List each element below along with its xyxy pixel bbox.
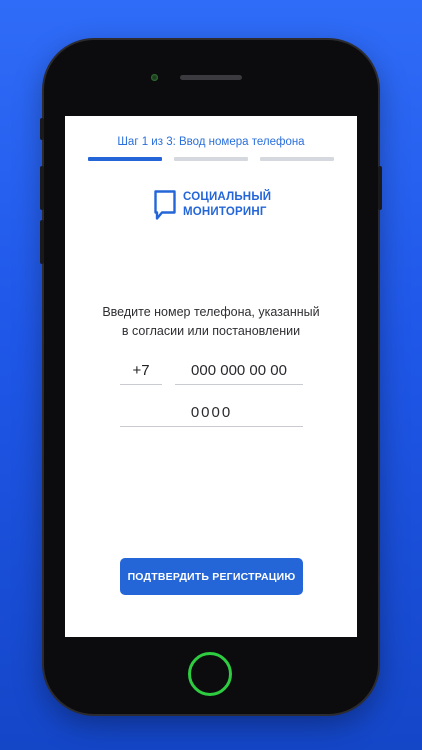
country-code-field[interactable] [120,357,162,385]
instruction-text: Введите номер телефона, указанный в согл… [65,303,357,341]
phone-number-input[interactable] [175,357,303,385]
app-screen: Шаг 1 из 3: Ввод номера телефона СОЦИАЛЬ… [65,116,357,637]
speech-bubble-icon [154,190,176,220]
sms-code-input[interactable] [120,399,303,427]
volume-down-button [40,220,44,264]
logo-text: СОЦИАЛЬНЫЙ МОНИТОРИНГ [183,190,271,220]
home-button[interactable] [188,652,232,696]
instruction-line-2: в согласии или постановлении [121,324,301,338]
logo-line-2: МОНИТОРИНГ [183,206,267,218]
power-button [378,166,382,210]
step-progress [88,157,334,161]
front-camera [151,74,158,81]
logo-line-1: СОЦИАЛЬНЫЙ [183,191,272,203]
mute-switch [40,118,44,140]
step-indicator-text: Шаг 1 из 3: Ввод номера телефона [117,136,305,148]
phone-frame: Шаг 1 из 3: Ввод номера телефона СОЦИАЛЬ… [40,40,382,714]
confirm-registration-button[interactable]: ПОДТВЕРДИТЬ РЕГИСТРАЦИЮ [120,558,303,595]
earpiece-speaker [180,75,242,80]
volume-up-button [40,166,44,210]
progress-step-1 [88,157,162,161]
progress-step-2 [174,157,248,161]
instruction-line-1: Введите номер телефона, указанный [102,305,320,319]
progress-step-3 [260,157,334,161]
app-logo: СОЦИАЛЬНЫЙ МОНИТОРИНГ [154,190,271,220]
